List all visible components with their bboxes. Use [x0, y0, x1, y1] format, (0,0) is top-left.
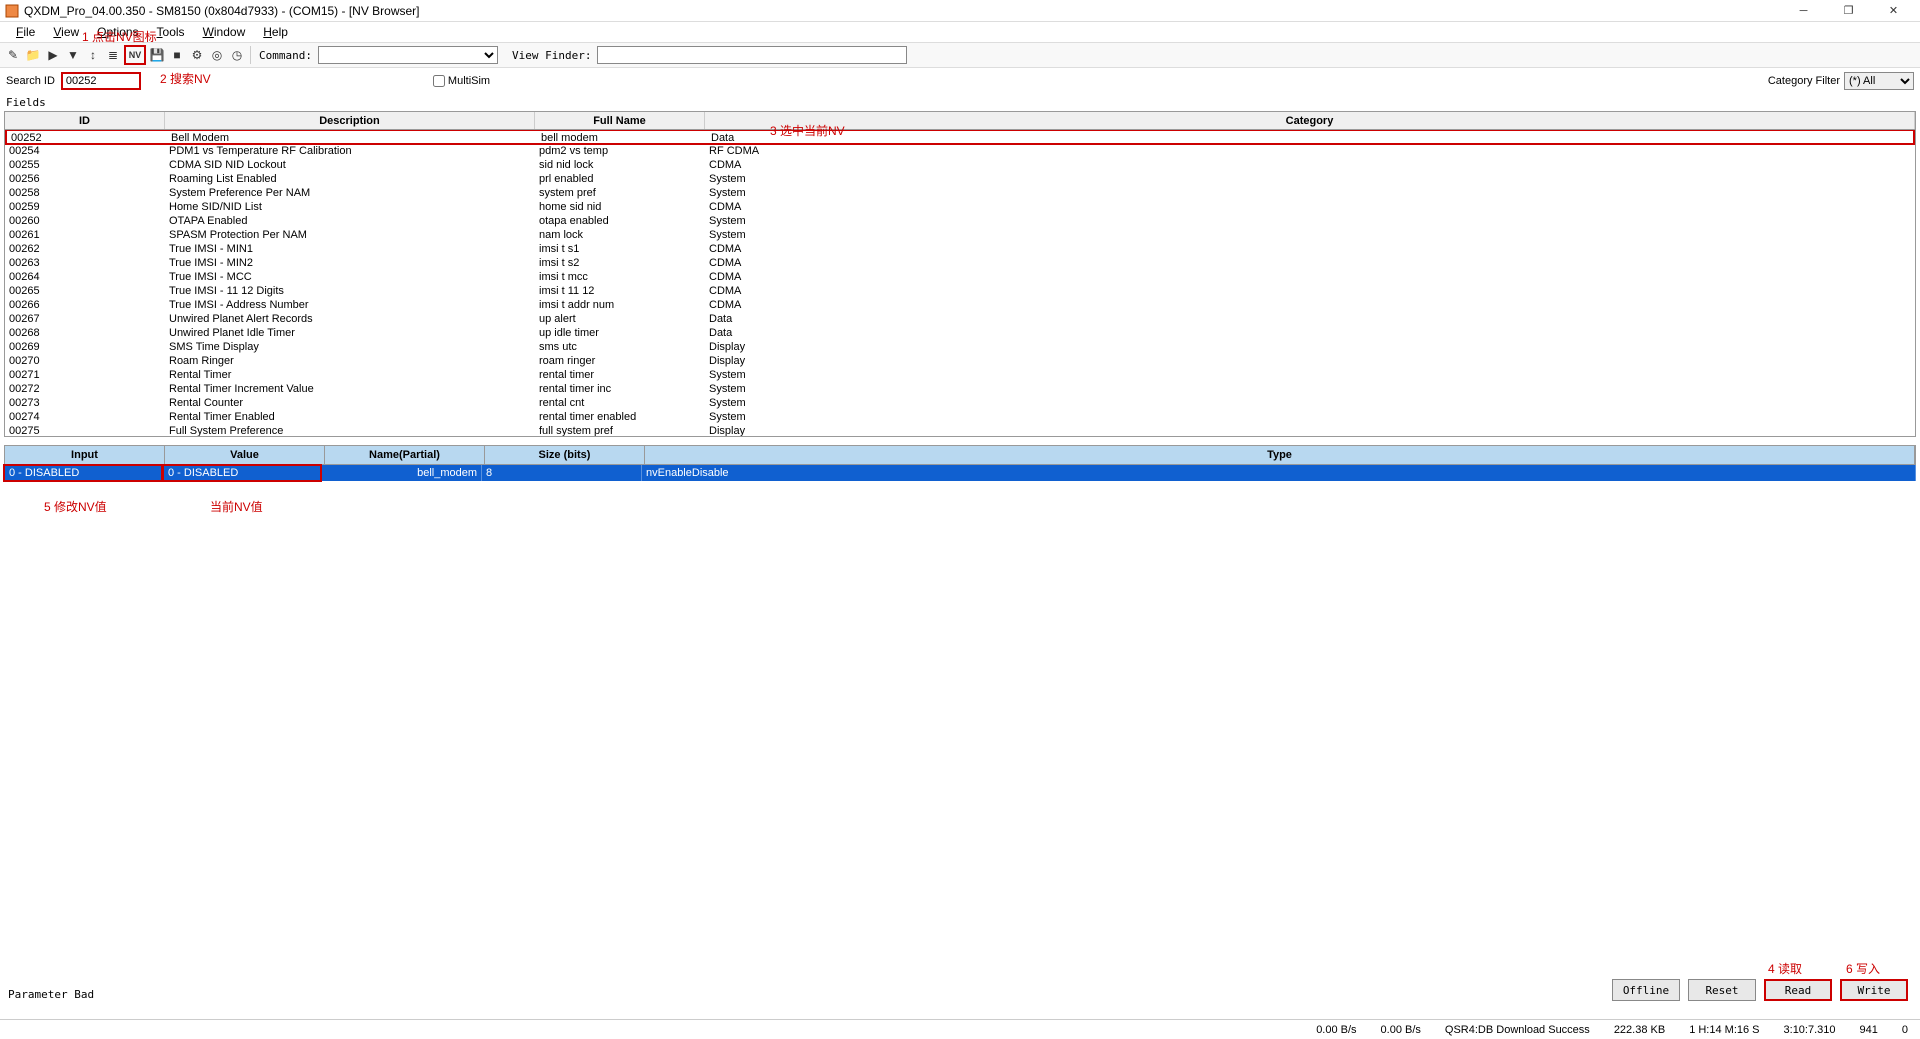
- field-input-cell[interactable]: 0 - DISABLED: [3, 464, 163, 482]
- fields-label: Fields: [0, 94, 1920, 111]
- menu-file[interactable]: File: [8, 23, 43, 41]
- toolbar-nv-button[interactable]: NV: [124, 45, 146, 65]
- annotation-2: 2 搜索NV: [160, 70, 211, 87]
- table-row[interactable]: 00252Bell Modembell modemData: [5, 130, 1915, 145]
- status-rate1: 0.00 B/s: [1316, 1024, 1356, 1036]
- table-row[interactable]: 00270Roam Ringerroam ringerDisplay: [5, 354, 1915, 368]
- lh-value: Value: [165, 446, 325, 464]
- field-size-cell: 8: [482, 465, 642, 481]
- field-name-cell: bell_modem: [322, 465, 482, 481]
- fields-row[interactable]: 0 - DISABLED 0 - DISABLED bell_modem 8 n…: [4, 465, 1916, 481]
- category-filter-select[interactable]: (*) All: [1844, 72, 1914, 90]
- toolbar-save-icon[interactable]: 💾: [148, 46, 166, 64]
- th-fullname[interactable]: Full Name: [535, 112, 705, 129]
- toolbar-icon-2[interactable]: 📁: [24, 46, 42, 64]
- viewfinder-label: View Finder:: [512, 49, 591, 62]
- menu-window[interactable]: Window: [195, 23, 254, 41]
- toolbar: ✎ 📁 ▶ ▼ ↕ ≣ NV 💾 ■ ⚙ ◎ ◷ Command: View F…: [0, 42, 1920, 68]
- viewfinder-input[interactable]: [597, 46, 907, 64]
- annotation-1: 1 点击NV图标: [82, 28, 157, 45]
- status-size: 222.38 KB: [1614, 1024, 1665, 1036]
- toolbar-filter-icon[interactable]: ▼: [64, 46, 82, 64]
- multisim-checkbox-input[interactable]: [433, 75, 445, 87]
- toolbar-target-icon[interactable]: ◎: [208, 46, 226, 64]
- offline-button[interactable]: Offline: [1612, 979, 1680, 1001]
- th-id[interactable]: ID: [5, 112, 165, 129]
- read-button[interactable]: Read: [1764, 979, 1832, 1001]
- table-row[interactable]: 00267Unwired Planet Alert Recordsup aler…: [5, 312, 1915, 326]
- search-row: Search ID MultiSim Category Filter (*) A…: [0, 68, 1920, 94]
- table-row[interactable]: 00262True IMSI - MIN1imsi t s1CDMA: [5, 242, 1915, 256]
- titlebar: QXDM_Pro_04.00.350 - SM8150 (0x804d7933)…: [0, 0, 1920, 22]
- table-row[interactable]: 00274Rental Timer Enabledrental timer en…: [5, 410, 1915, 424]
- table-row[interactable]: 00259Home SID/NID Listhome sid nidCDMA: [5, 200, 1915, 214]
- toolbar-stop-icon[interactable]: ■: [168, 46, 186, 64]
- reset-button[interactable]: Reset: [1688, 979, 1756, 1001]
- table-row[interactable]: 00256Roaming List Enabledprl enabledSyst…: [5, 172, 1915, 186]
- multisim-checkbox[interactable]: MultiSim: [433, 75, 490, 87]
- maximize-button[interactable]: ❐: [1826, 0, 1871, 22]
- table-row[interactable]: 00258System Preference Per NAMsystem pre…: [5, 186, 1915, 200]
- table-header: ID Description Full Name Category: [5, 112, 1915, 130]
- table-row[interactable]: 00263True IMSI - MIN2imsi t s2CDMA: [5, 256, 1915, 270]
- menu-view[interactable]: View: [45, 23, 87, 41]
- toolbar-list-icon[interactable]: ≣: [104, 46, 122, 64]
- table-row[interactable]: 00275Full System Preferencefull system p…: [5, 424, 1915, 437]
- nv-table: ID Description Full Name Category 00252B…: [4, 111, 1916, 437]
- command-label: Command:: [259, 49, 312, 62]
- search-id-label: Search ID: [6, 75, 55, 87]
- annotation-4: 4 读取: [1768, 960, 1802, 977]
- lh-size: Size (bits): [485, 446, 645, 464]
- table-row[interactable]: 00269SMS Time Displaysms utcDisplay: [5, 340, 1915, 354]
- toolbar-play-icon[interactable]: ▶: [44, 46, 62, 64]
- table-row[interactable]: 00271Rental Timerrental timerSystem: [5, 368, 1915, 382]
- status-db: QSR4:DB Download Success: [1445, 1024, 1590, 1036]
- table-row[interactable]: 00254PDM1 vs Temperature RF Calibrationp…: [5, 144, 1915, 158]
- lh-type: Type: [645, 446, 1915, 464]
- th-description[interactable]: Description: [165, 112, 535, 129]
- status-time: 3:10:7.310: [1784, 1024, 1836, 1036]
- parameter-bad-label: Parameter Bad: [8, 988, 94, 1001]
- table-body[interactable]: 00252Bell Modembell modemData00254PDM1 v…: [5, 130, 1915, 437]
- window-title: QXDM_Pro_04.00.350 - SM8150 (0x804d7933)…: [24, 4, 1781, 18]
- toolbar-gear-icon[interactable]: ⚙: [188, 46, 206, 64]
- annotation-3: 3 选中当前NV: [770, 122, 845, 139]
- category-filter-label: Category Filter: [1768, 75, 1840, 87]
- app-icon: [4, 3, 20, 19]
- status-uptime: 1 H:14 M:16 S: [1689, 1024, 1759, 1036]
- lh-input: Input: [5, 446, 165, 464]
- table-row[interactable]: 00273Rental Counterrental cntSystem: [5, 396, 1915, 410]
- command-select[interactable]: [318, 46, 498, 64]
- menubar: File View Options Tools Window Help: [0, 22, 1920, 42]
- table-row[interactable]: 00260OTAPA Enabledotapa enabledSystem: [5, 214, 1915, 228]
- status-count: 941: [1860, 1024, 1878, 1036]
- table-row[interactable]: 00266True IMSI - Address Numberimsi t ad…: [5, 298, 1915, 312]
- table-row[interactable]: 00265True IMSI - 11 12 Digitsimsi t 11 1…: [5, 284, 1915, 298]
- toolbar-icon-1[interactable]: ✎: [4, 46, 22, 64]
- status-zero: 0: [1902, 1024, 1908, 1036]
- statusbar: 0.00 B/s 0.00 B/s QSR4:DB Download Succe…: [0, 1019, 1920, 1039]
- menu-help[interactable]: Help: [255, 23, 296, 41]
- fields-header: Input Value Name(Partial) Size (bits) Ty…: [4, 445, 1916, 465]
- th-category[interactable]: Category: [705, 112, 1915, 129]
- write-button[interactable]: Write: [1840, 979, 1908, 1001]
- annotation-5: 5 修改NV值: [44, 498, 107, 515]
- table-row[interactable]: 00261SPASM Protection Per NAMnam lockSys…: [5, 228, 1915, 242]
- annotation-6: 6 写入: [1846, 960, 1880, 977]
- lh-name: Name(Partial): [325, 446, 485, 464]
- toolbar-clock-icon[interactable]: ◷: [228, 46, 246, 64]
- minimize-button[interactable]: ─: [1781, 0, 1826, 22]
- annotation-curval: 当前NV值: [210, 498, 263, 515]
- search-id-input[interactable]: [61, 72, 141, 90]
- close-button[interactable]: ✕: [1871, 0, 1916, 22]
- status-rate2: 0.00 B/s: [1381, 1024, 1421, 1036]
- table-row[interactable]: 00268Unwired Planet Idle Timerup idle ti…: [5, 326, 1915, 340]
- table-row[interactable]: 00272Rental Timer Increment Valuerental …: [5, 382, 1915, 396]
- field-value-cell[interactable]: 0 - DISABLED: [162, 464, 322, 482]
- table-row[interactable]: 00264True IMSI - MCCimsi t mccCDMA: [5, 270, 1915, 284]
- button-row: Offline Reset Read Write: [1612, 979, 1908, 1001]
- field-type-cell: nvEnableDisable: [642, 465, 1916, 481]
- table-row[interactable]: 00255CDMA SID NID Lockoutsid nid lockCDM…: [5, 158, 1915, 172]
- toolbar-sort-icon[interactable]: ↕: [84, 46, 102, 64]
